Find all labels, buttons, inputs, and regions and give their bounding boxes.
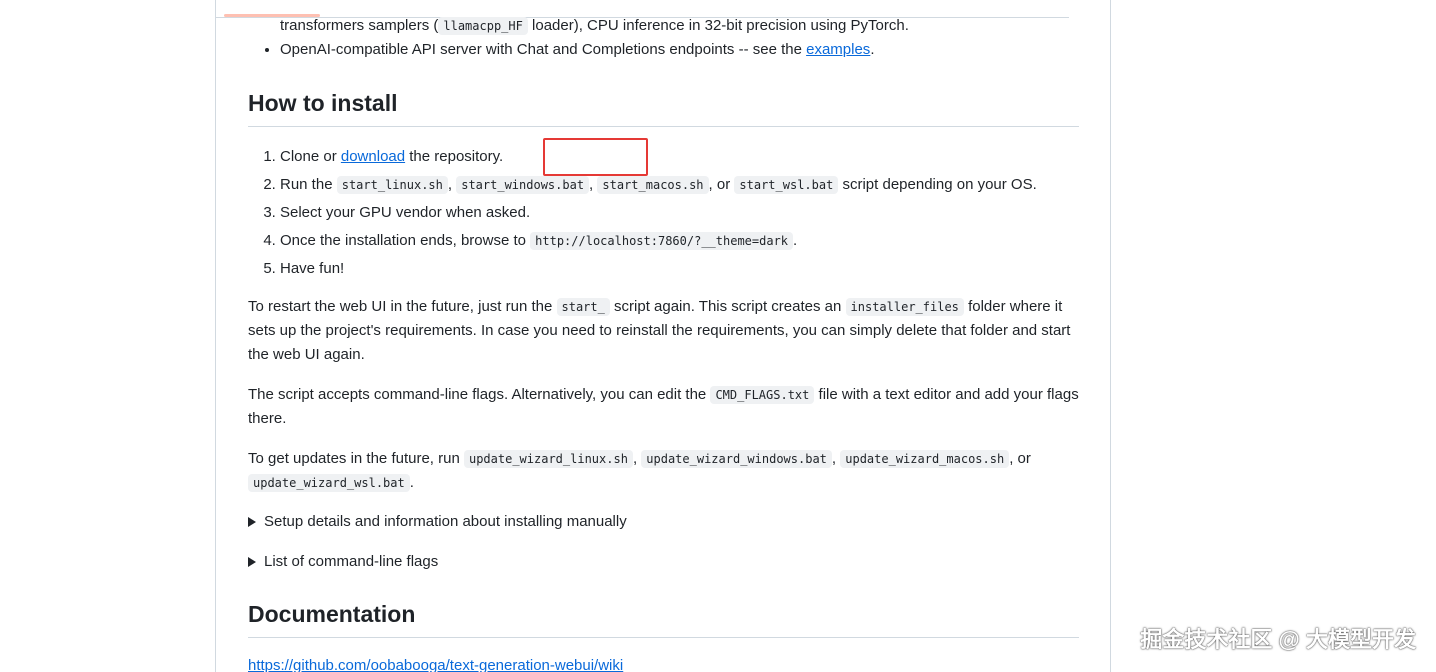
code-start-linux: start_linux.sh [336,176,448,194]
wiki-link[interactable]: https://github.com/oobabooga/text-genera… [248,657,623,672]
documentation-heading: Documentation [248,599,1079,638]
install-step-2: Run the start_linux.sh, start_windows.ba… [280,171,1079,199]
code-update-macos: update_wizard_macos.sh [840,450,1010,468]
flags-paragraph: The script accepts command-line flags. A… [248,386,1079,427]
code-start-windows: start_windows.bat [456,176,590,194]
code-localhost-url: http://localhost:7860/?__theme=dark [530,232,794,250]
code-update-linux: update_wizard_linux.sh [463,450,633,468]
how-to-install-heading: How to install [248,88,1079,127]
updates-paragraph: To get updates in the future, run update… [248,450,1031,492]
restart-paragraph: To restart the web UI in the future, jus… [248,298,1071,363]
feature-item-api: OpenAI-compatible API server with Chat a… [280,38,1079,62]
feature-list: OpenAI-compatible API server with Chat a… [248,38,1079,62]
code-cmd-flags: CMD_FLAGS.txt [710,386,815,404]
setup-details-toggle[interactable]: Setup details and information about inst… [248,509,1079,535]
examples-link[interactable]: examples [806,41,870,58]
watermark-text: 掘金技术社区 @ 大模型开发 [1140,627,1416,652]
code-installer-files: installer_files [845,298,964,316]
expand-triangle-icon [248,557,256,567]
code-update-windows: update_wizard_windows.bat [641,450,832,468]
install-step-3: Select your GPU vendor when asked. [280,199,1079,227]
readme-page: transformers samplers (llamacpp_HF loade… [215,0,1111,672]
readme-content: transformers samplers (llamacpp_HF loade… [248,14,1079,672]
install-steps-list: Clone or download the repository. Run th… [248,143,1079,283]
code-start-prefix: start_ [556,298,610,316]
install-step-4: Once the installation ends, browse to ht… [280,227,1079,255]
code-update-wsl: update_wizard_wsl.bat [248,474,410,492]
download-highlight-box [543,138,648,176]
download-link[interactable]: download [341,148,405,165]
expand-triangle-icon [248,517,256,527]
code-start-wsl: start_wsl.bat [734,176,839,194]
cmdflags-details-toggle[interactable]: List of command-line flags [248,549,1079,575]
install-step-5: Have fun! [280,255,1079,283]
feature-item-samplers-continued: transformers samplers (llamacpp_HF loade… [280,17,909,35]
install-step-1: Clone or download the repository. [280,143,1079,171]
code-start-macos: start_macos.sh [597,176,709,194]
code-llamacpp-hf: llamacpp_HF [438,17,528,35]
